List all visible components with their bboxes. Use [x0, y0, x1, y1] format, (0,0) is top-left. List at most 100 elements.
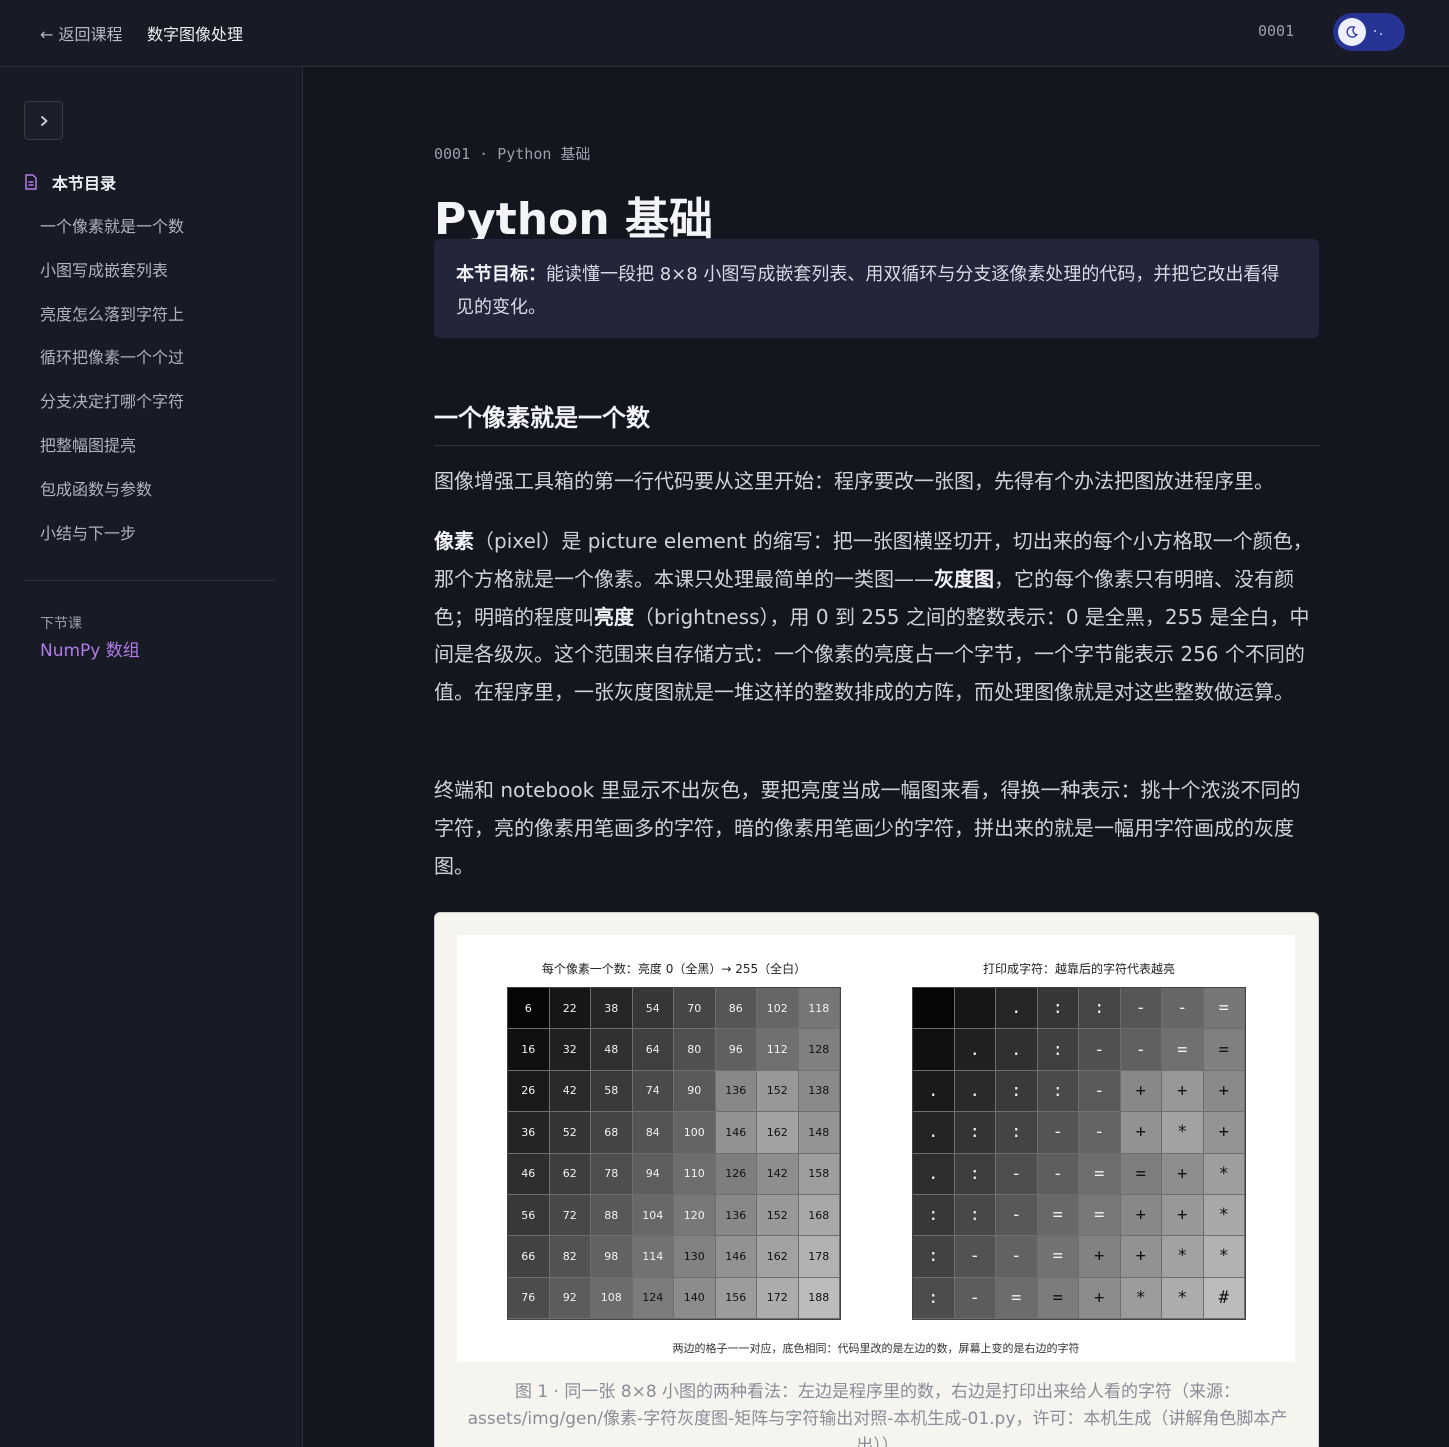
goal-text: 能读懂一段把 8×8 小图写成嵌套列表、用双循环与分支逐像素处理的代码，并把它改…	[456, 264, 1280, 318]
char-cell: -	[1079, 1029, 1121, 1071]
document-icon	[25, 174, 37, 190]
char-cell: -	[954, 1236, 996, 1278]
char-cell: =	[1203, 1029, 1245, 1071]
pixel-cell: 128	[798, 1029, 840, 1071]
figure-note: 两边的格子一一对应，底色相同：代码里改的是左边的数，屏幕上变的是右边的字符	[672, 1342, 1080, 1355]
section-heading: 一个像素就是一个数	[434, 398, 1319, 446]
pixel-cell: 80	[674, 1029, 716, 1071]
char-cell: =	[1037, 1194, 1079, 1237]
pixel-cell: 82	[549, 1236, 591, 1278]
char-cell: -	[1120, 988, 1162, 1030]
pixel-cell: 36	[508, 1112, 550, 1154]
char-cell: +	[1120, 1194, 1162, 1237]
pixel-cell: 68	[591, 1112, 633, 1154]
toc-item[interactable]: 一个像素就是一个数	[40, 213, 184, 257]
char-cell	[913, 1029, 955, 1071]
char-cell: +	[1203, 1070, 1245, 1113]
char-cell: *	[1203, 1194, 1245, 1237]
char-cell: .	[954, 1070, 996, 1113]
char-cell: =	[1037, 1277, 1079, 1319]
star-dot	[1374, 30, 1376, 32]
pixel-cell: 88	[591, 1194, 633, 1237]
char-cell: -	[996, 1153, 1038, 1195]
toc-item[interactable]: 亮度怎么落到字符上	[40, 301, 184, 345]
char-cell: :	[913, 1194, 955, 1237]
toc-item[interactable]: 小图写成嵌套列表	[40, 257, 184, 301]
char-cell: -	[1079, 1112, 1121, 1154]
pixel-cell: 70	[674, 988, 716, 1030]
pixel-cell: 140	[674, 1277, 716, 1319]
toc-item[interactable]: 分支决定打哪个字符	[40, 388, 184, 432]
pixel-cell: 130	[674, 1236, 716, 1278]
pixel-cell: 84	[632, 1112, 674, 1154]
char-cell: +	[1120, 1112, 1162, 1154]
char-cell: #	[1203, 1277, 1245, 1319]
pixel-cell: 108	[591, 1277, 633, 1319]
char-cell: :	[954, 1194, 996, 1237]
next-lesson-link[interactable]: NumPy 数组	[40, 636, 140, 661]
char-cell: =	[1037, 1236, 1079, 1278]
pixel-cell: 162	[757, 1236, 799, 1278]
char-cell: -	[1079, 1070, 1121, 1113]
pixel-cell: 126	[715, 1153, 757, 1195]
char-cell: +	[1203, 1112, 1245, 1154]
back-to-course-link[interactable]: ← 返回课程	[40, 21, 123, 45]
lesson-code: 0001	[1258, 22, 1295, 40]
pixel-cell: 156	[715, 1277, 757, 1319]
toc-item[interactable]: 包成函数与参数	[40, 476, 184, 520]
right-grid-title: 打印成字符：越靠后的字符代表越亮	[982, 962, 1175, 976]
char-cell: .	[996, 988, 1038, 1030]
char-cell: =	[1120, 1153, 1162, 1195]
toc-heading-label: 本节目录	[52, 174, 117, 193]
pixel-value-grid: 6 22 38 54 70 86 102 118 16 32 48 64 80 96 112 128 26 42 5…	[507, 987, 841, 1320]
pixel-cell: 100	[674, 1112, 716, 1154]
paragraph: 图像增强工具箱的第一行代码要从这里开始：程序要改一张图，先得有个办法把图放进程序…	[434, 469, 1274, 493]
pixel-cell: 114	[632, 1236, 674, 1278]
char-cell: =	[1079, 1153, 1121, 1195]
sidebar-divider	[24, 580, 275, 581]
char-cell: :	[1037, 1029, 1079, 1071]
pixel-cell: 94	[632, 1153, 674, 1195]
char-cell: .	[954, 1029, 996, 1071]
bold-term: 亮度	[594, 604, 634, 629]
pixel-cell: 46	[508, 1153, 550, 1195]
paragraph: 终端和 notebook 里显示不出灰色，要把亮度当成一幅图来看，得换一种表示：…	[434, 778, 1301, 878]
pixel-cell: 76	[508, 1277, 550, 1319]
pixel-cell: 112	[757, 1029, 799, 1071]
pixel-cell: 148	[798, 1112, 840, 1154]
ascii-char-grid: .:: - - = ..: - - = =..:: - + + +.:: - - + * +.: - - = = + *::…	[912, 987, 1246, 1320]
pixel-cell: 42	[549, 1070, 591, 1113]
char-cell: :	[1079, 988, 1121, 1030]
star-dot	[1380, 33, 1382, 35]
pixel-cell: 146	[715, 1236, 757, 1278]
char-cell: +	[1079, 1277, 1121, 1319]
char-cell: .	[913, 1070, 955, 1113]
char-cell: :	[954, 1112, 996, 1154]
toc-item[interactable]: 小结与下一步	[40, 520, 184, 564]
toc-list: 一个像素就是一个数 小图写成嵌套列表 亮度怎么落到字符上 循环把像素一个个过 分…	[40, 213, 184, 563]
bold-term: 像素	[434, 529, 474, 553]
pixel-cell: 142	[757, 1153, 799, 1195]
pixel-cell: 110	[674, 1153, 716, 1195]
course-title: 数字图像处理	[147, 25, 244, 44]
pixel-cell: 152	[757, 1194, 799, 1237]
next-lesson-label: 下节课	[40, 616, 82, 632]
toc-item[interactable]: 把整幅图提亮	[40, 432, 184, 476]
top-bar: ← 返回课程 数字图像处理 0001	[0, 0, 1449, 67]
pixel-cell: 48	[591, 1029, 633, 1071]
toc-item[interactable]: 循环把像素一个个过	[40, 344, 184, 388]
char-cell: .	[996, 1029, 1038, 1071]
theme-toggle[interactable]	[1333, 13, 1405, 51]
char-cell: *	[1203, 1236, 1245, 1278]
char-cell: :	[913, 1277, 955, 1319]
char-cell: =	[1079, 1194, 1121, 1237]
pixel-cell: 92	[549, 1277, 591, 1319]
pixel-cell: 56	[508, 1194, 550, 1237]
sidebar-expand-button[interactable]	[24, 101, 63, 140]
char-cell: -	[1037, 1112, 1079, 1154]
char-cell: =	[1203, 988, 1245, 1030]
char-cell: -	[1120, 1029, 1162, 1071]
char-cell: *	[1203, 1153, 1245, 1195]
moon-icon	[1338, 18, 1366, 46]
pixel-cell: 98	[591, 1236, 633, 1278]
